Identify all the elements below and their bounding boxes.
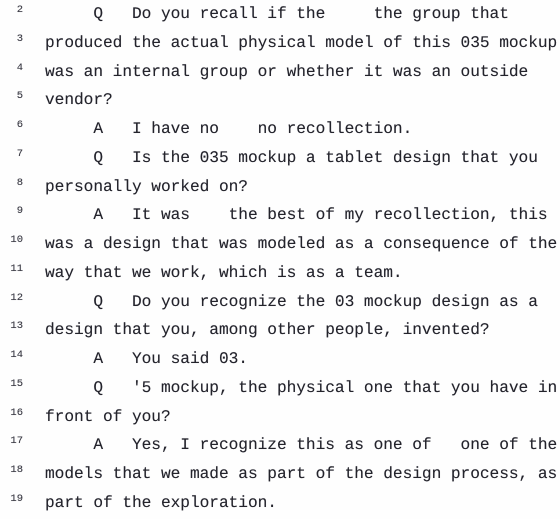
line-number: 15 xyxy=(10,377,23,390)
line-text: design that you, among other people, inv… xyxy=(45,321,490,340)
transcript-line: 3 produced the actual physical model of t… xyxy=(0,29,560,58)
line-number: 4 xyxy=(16,61,23,74)
line-text: personally worked on? xyxy=(45,177,248,196)
transcript-line: 13 design that you, among other people, i… xyxy=(0,316,560,345)
line-number: 17 xyxy=(10,435,23,448)
transcript-line: 12 Q Do you recognize the 03 mockup desi… xyxy=(0,288,560,317)
line-number: 7 xyxy=(16,147,23,160)
line-number: 14 xyxy=(10,349,23,361)
line-text: Q Do you recognize the 03 mockup design … xyxy=(45,292,538,311)
line-number: 9 xyxy=(16,205,23,218)
transcript-line: 18 models that we made as part of the des… xyxy=(0,460,560,489)
transcript-line: 5 vendor? xyxy=(0,86,560,115)
transcript-line: 10 was a design that was modeled as a con… xyxy=(0,230,560,259)
transcript-line: 17 A Yes, I recognize this as one of one… xyxy=(0,431,560,460)
transcript-line: 15 Q '5 mockup, the physical one that yo… xyxy=(0,374,560,403)
line-text: part of the exploration. xyxy=(45,493,277,512)
line-number: 2 xyxy=(16,4,23,16)
line-number: 19 xyxy=(10,492,23,505)
line-text: Q '5 mockup, the physical one that you h… xyxy=(45,378,558,397)
line-text: front of you? xyxy=(45,407,171,426)
transcript-page: 2 Q Do you recall if the the group that 3… xyxy=(0,0,560,519)
line-number: 12 xyxy=(10,291,23,304)
line-number: 8 xyxy=(16,176,23,189)
line-number: 18 xyxy=(10,464,23,476)
line-text: A It was the best of my recollection, th… xyxy=(45,206,548,225)
transcript-line: 4 was an internal group or whether it was… xyxy=(0,58,560,87)
line-number: 10 xyxy=(10,234,23,246)
transcript-line: 7 Q Is the 035 mockup a tablet design th… xyxy=(0,144,560,173)
transcript-line: 6 A I have no no recollection. xyxy=(0,115,560,144)
line-text: vendor? xyxy=(45,91,113,110)
line-text: A Yes, I recognize this as one of one of… xyxy=(45,436,558,455)
line-text: way that we work, which is as a team. xyxy=(45,263,403,282)
transcript-line: 9 A It was the best of my recollection, … xyxy=(0,201,560,230)
line-number: 13 xyxy=(10,320,23,333)
line-number: 3 xyxy=(16,32,23,45)
line-text: produced the actual physical model of th… xyxy=(45,33,558,52)
line-text: models that we made as part of the desig… xyxy=(45,465,558,483)
transcript-line: 19 part of the exploration. xyxy=(0,489,560,518)
line-text: was a design that was modeled as a conse… xyxy=(45,235,558,253)
line-number: 11 xyxy=(10,262,23,275)
line-text: A You said 03. xyxy=(45,350,248,368)
transcript-line: 14 A You said 03. xyxy=(0,345,560,374)
transcript-line: 11 way that we work, which is as a team. xyxy=(0,259,560,288)
transcript-line: 2 Q Do you recall if the the group that xyxy=(0,0,560,29)
line-number: 5 xyxy=(16,90,23,103)
line-text: was an internal group or whether it was … xyxy=(45,62,529,81)
line-number: 16 xyxy=(10,406,23,419)
line-text: Q Is the 035 mockup a tablet design that… xyxy=(45,148,538,167)
line-text: Q Do you recall if the the group that xyxy=(45,5,509,23)
line-text: A I have no no recollection. xyxy=(45,120,413,138)
transcript-body: 2 Q Do you recall if the the group that 3… xyxy=(0,0,560,518)
line-number: 6 xyxy=(16,119,23,131)
transcript-line: 8 personally worked on? xyxy=(0,173,560,202)
transcript-line: 16 front of you? xyxy=(0,403,560,432)
